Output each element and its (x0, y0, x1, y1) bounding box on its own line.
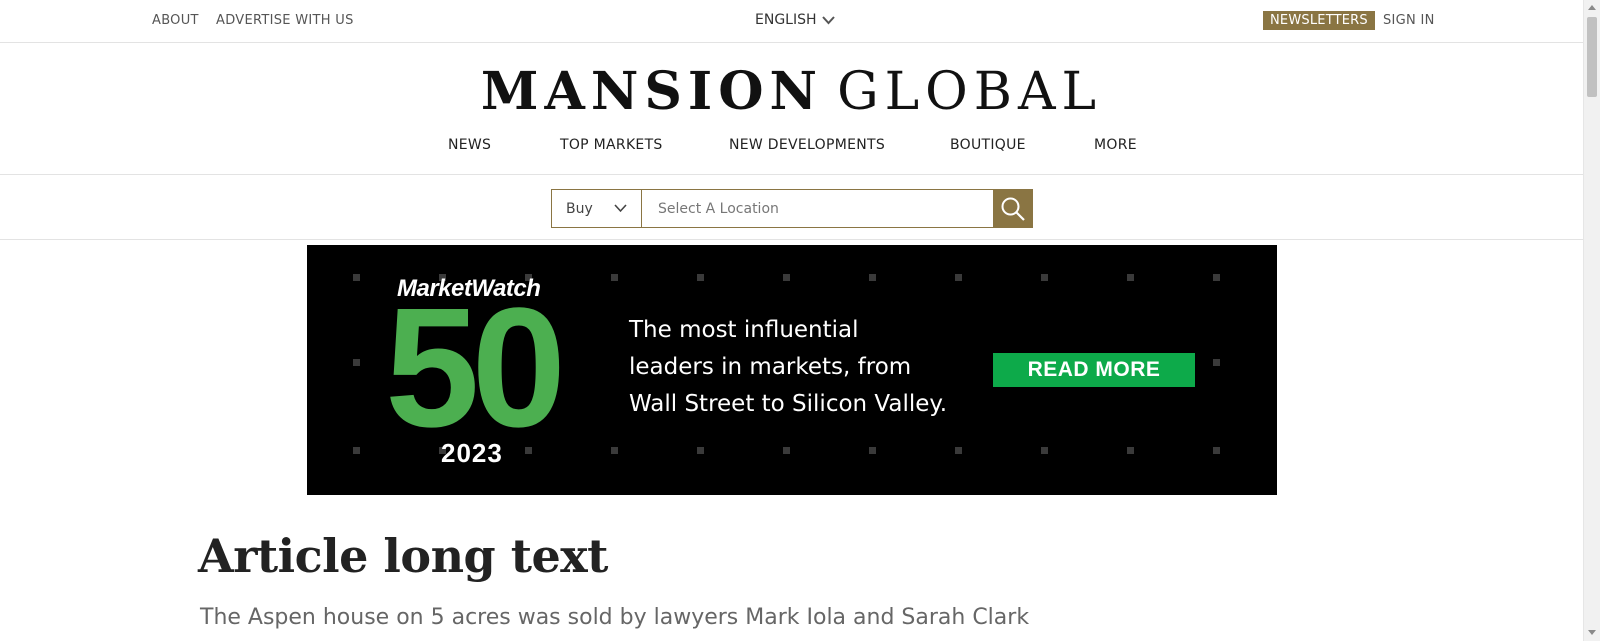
banner-dot (1127, 274, 1134, 281)
nav-item-new-developments[interactable]: NEW DEVELOPMENTS (729, 137, 885, 153)
banner-dot (783, 447, 790, 454)
banner-dot (353, 274, 360, 281)
mw50-year: 2023 (441, 438, 503, 468)
page: ABOUT ADVERTISE WITH US ENGLISH NEWSLETT… (0, 0, 1583, 641)
nav-item-news[interactable]: NEWS (448, 137, 491, 153)
nav-item-top-markets[interactable]: TOP MARKETS (560, 137, 663, 153)
location-input[interactable] (642, 190, 993, 227)
scroll-down-arrow-icon[interactable] (1588, 630, 1596, 635)
logo-brand-strong: MANSION (480, 61, 824, 122)
listing-type-value: Buy (566, 200, 593, 217)
marketwatch-ad-banner[interactable]: MarketWatch 50 2023 The most influential… (307, 245, 1277, 495)
about-link[interactable]: ABOUT (152, 13, 199, 28)
banner-copy: The most influential leaders in markets,… (629, 317, 948, 417)
logo-brand-light: GLOBAL (837, 62, 1103, 122)
nav-item-more[interactable]: MORE (1094, 137, 1137, 153)
language-selector[interactable]: ENGLISH (755, 12, 835, 28)
location-search: Buy (551, 189, 1033, 228)
page-scrollbar[interactable] (1583, 0, 1600, 641)
chevron-down-icon (821, 15, 835, 24)
banner-dot (1041, 274, 1048, 281)
listing-type-select[interactable]: Buy (552, 190, 642, 227)
banner-dot (955, 447, 962, 454)
banner-dot (697, 274, 704, 281)
banner-dot (783, 274, 790, 281)
scroll-thumb[interactable] (1587, 17, 1597, 97)
banner-dot (1213, 274, 1220, 281)
search-row: Buy (0, 175, 1583, 240)
search-icon (1001, 197, 1025, 221)
banner-dot (955, 274, 962, 281)
banner-dot (353, 447, 360, 454)
banner-dot (869, 447, 876, 454)
banner-dot (1127, 447, 1134, 454)
sign-in-link[interactable]: SIGN IN (1383, 13, 1435, 28)
search-button[interactable] (993, 190, 1032, 227)
read-more-button[interactable]: READ MORE (993, 353, 1195, 387)
scroll-up-arrow-icon[interactable] (1588, 5, 1596, 10)
banner-dot (869, 274, 876, 281)
banner-dot (1213, 359, 1220, 366)
banner-dot (611, 447, 618, 454)
site-logo[interactable]: MANSION GLOBAL (0, 60, 1583, 124)
article-subtitle: The Aspen house on 5 acres was sold by l… (200, 605, 1030, 630)
advertise-link[interactable]: ADVERTISE WITH US (216, 13, 354, 28)
newsletters-button[interactable]: NEWSLETTERS (1263, 11, 1375, 30)
article-title: Article long text (198, 529, 608, 583)
main-nav: NEWS TOP MARKETS NEW DEVELOPMENTS BOUTIQ… (0, 137, 1583, 175)
chevron-down-icon (614, 204, 627, 213)
banner-dot (697, 447, 704, 454)
nav-item-boutique[interactable]: BOUTIQUE (950, 137, 1026, 153)
banner-dot (1213, 447, 1220, 454)
banner-dot (611, 274, 618, 281)
utility-bar: ABOUT ADVERTISE WITH US ENGLISH NEWSLETT… (0, 0, 1583, 43)
banner-dot (1041, 447, 1048, 454)
language-label: ENGLISH (755, 12, 817, 28)
mw50-number: 50 (385, 273, 566, 463)
banner-dot (353, 359, 360, 366)
